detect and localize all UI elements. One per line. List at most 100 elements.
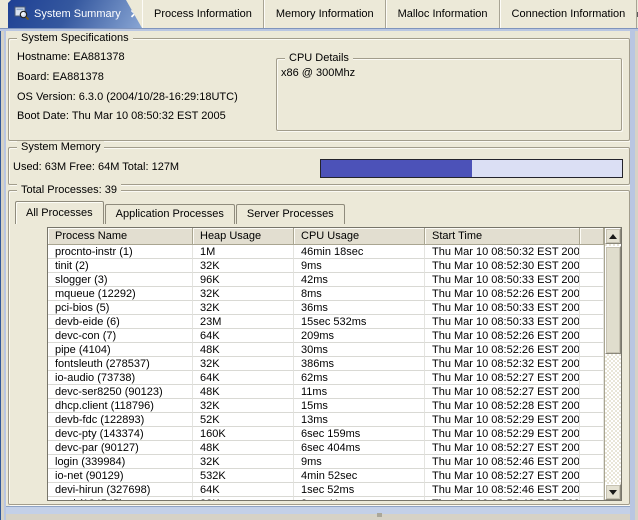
table-cell: devc-pty (143374) [48,427,193,441]
cpu-details-text: x86 @ 300Mhz [281,67,355,79]
tab-system-summary[interactable]: System Summary ✕ [8,0,142,28]
table-cell: 64K [193,371,294,385]
table-cell [580,357,604,371]
table-row[interactable]: devc-pty (143374)160K6sec 159msThu Mar 1… [48,427,604,441]
table-cell: 32K [193,259,294,273]
table-cell [580,441,604,455]
table-cell: Thu Mar 10 08:50:33 EST 2005 [425,315,580,329]
table-cell: 64K [193,483,294,497]
system-summary-icon [14,6,29,23]
group-title: System Specifications [17,32,133,45]
table-cell: Thu Mar 10 08:52:32 EST 2005 [425,357,580,371]
table-cell: 1sec 52ms [294,483,425,497]
table-row[interactable]: devc-ser8250 (90123)48K11msThu Mar 10 08… [48,385,604,399]
table-row[interactable]: mqueue (12292)32K8msThu Mar 10 08:52:26 … [48,287,604,301]
scroll-down-icon[interactable] [605,484,621,500]
table-cell: io-audio (73738) [48,371,193,385]
table-row[interactable]: slogger (3)96K42msThu Mar 10 08:50:33 ES… [48,273,604,287]
process-tabs: All Processes Application Processes Serv… [15,201,346,224]
tab-process-information[interactable]: Process Information [142,0,264,28]
tab-label: Malloc Information [398,8,488,20]
column-header-filler [580,228,604,245]
table-cell: Thu Mar 10 08:52:46 EST 2005 [425,497,580,500]
tab-server-processes[interactable]: Server Processes [236,204,345,224]
table-cell: 6sec 404ms [294,441,425,455]
table-cell: 46min 18sec [294,245,425,259]
table-row[interactable]: tinit (2)32K9msThu Mar 10 08:52:30 EST 2… [48,259,604,273]
column-header-start-time[interactable]: Start Time [425,228,580,245]
vertical-scrollbar[interactable] [604,228,621,500]
table-cell: Thu Mar 10 08:52:29 EST 2005 [425,427,580,441]
table-cell: 62ms [294,371,425,385]
table-cell: 386ms [294,357,425,371]
table-cell: procnto-instr (1) [48,245,193,259]
process-table: Process Name Heap Usage CPU Usage Start … [47,227,622,501]
table-cell: 64K [193,329,294,343]
tab-malloc-information[interactable]: Malloc Information [386,0,500,28]
table-cell: login (339984) [48,455,193,469]
table-cell: 1M [193,245,294,259]
table-row[interactable]: dhcp.client (118796)32K15msThu Mar 10 08… [48,399,604,413]
table-cell: 23M [193,315,294,329]
table-row[interactable]: io-net (90129)532K4min 52secThu Mar 10 0… [48,469,604,483]
table-cell: 8ms [294,287,425,301]
table-row[interactable]: devc-con (7)64K209msThu Mar 10 08:52:26 … [48,329,604,343]
table-cell: dhcp.client (118796) [48,399,193,413]
table-cell: pci-bios (5) [48,301,193,315]
memory-usage-bar [320,159,623,178]
scroll-up-icon[interactable] [605,228,621,244]
table-cell [580,245,604,259]
table-row[interactable]: login (339984)32K9msThu Mar 10 08:52:46 … [48,455,604,469]
table-row[interactable]: devb-fdc (122893)52K13msThu Mar 10 08:52… [48,413,604,427]
table-cell: Thu Mar 10 08:52:46 EST 2005 [425,483,580,497]
table-cell [580,315,604,329]
table-header: Process Name Heap Usage CPU Usage Start … [48,228,604,245]
table-cell: Thu Mar 10 08:52:29 EST 2005 [425,413,580,427]
table-cell: 32K [193,357,294,371]
scrollbar-thumb[interactable] [605,246,621,354]
table-row[interactable]: procnto-instr (1)1M46min 18secThu Mar 10… [48,245,604,259]
table-cell: 11ms [294,385,425,399]
table-cell: devc-con (7) [48,329,193,343]
table-cell: 30ms [294,343,425,357]
table-cell: mqueue (12292) [48,287,193,301]
column-header-heap-usage[interactable]: Heap Usage [193,228,294,245]
system-specifications-group: System Specifications Hostname: EA881378… [8,38,630,141]
table-row[interactable]: devb-eide (6)23M15sec 532msThu Mar 10 08… [48,315,604,329]
table-cell [580,329,604,343]
tab-application-processes[interactable]: Application Processes [105,204,235,224]
table-cell: 48K [193,385,294,399]
table-cell: 36ms [294,301,425,315]
table-row[interactable]: pci-bios (5)32K36msThu Mar 10 08:50:33 E… [48,301,604,315]
table-cell: Thu Mar 10 08:52:28 EST 2005 [425,399,580,413]
table-cell: 52K [193,413,294,427]
table-cell: 32K [193,287,294,301]
table-row[interactable]: mcd (134545)32K3sec 41msThu Mar 10 08:52… [48,497,604,500]
table-cell: 96K [193,273,294,287]
table-row[interactable]: devc-par (90127)48K6sec 404msThu Mar 10 … [48,441,604,455]
table-cell: 42ms [294,273,425,287]
table-cell: devi-hirun (327698) [48,483,193,497]
table-cell [580,259,604,273]
tab-memory-information[interactable]: Memory Information [264,0,386,28]
sash-handle[interactable] [377,513,382,517]
table-cell [580,427,604,441]
table-row[interactable]: pipe (4104)48K30msThu Mar 10 08:52:26 ES… [48,343,604,357]
table-cell: devc-par (90127) [48,441,193,455]
table-cell: 160K [193,427,294,441]
column-header-process-name[interactable]: Process Name [48,228,193,245]
close-icon[interactable]: ✕ [130,7,140,21]
table-cell [580,455,604,469]
column-header-cpu-usage[interactable]: CPU Usage [294,228,425,245]
table-row[interactable]: io-audio (73738)64K62msThu Mar 10 08:52:… [48,371,604,385]
tab-connection-information[interactable]: Connection Information [500,0,638,28]
table-cell: 32K [193,301,294,315]
table-cell: mcd (134545) [48,497,193,500]
table-cell [580,301,604,315]
tab-all-processes[interactable]: All Processes [15,201,104,224]
table-row[interactable]: fontsleuth (278537)32K386msThu Mar 10 08… [48,357,604,371]
memory-usage-fill [321,160,472,177]
table-cell [580,469,604,483]
table-cell: Thu Mar 10 08:50:33 EST 2005 [425,273,580,287]
table-row[interactable]: devi-hirun (327698)64K1sec 52msThu Mar 1… [48,483,604,497]
